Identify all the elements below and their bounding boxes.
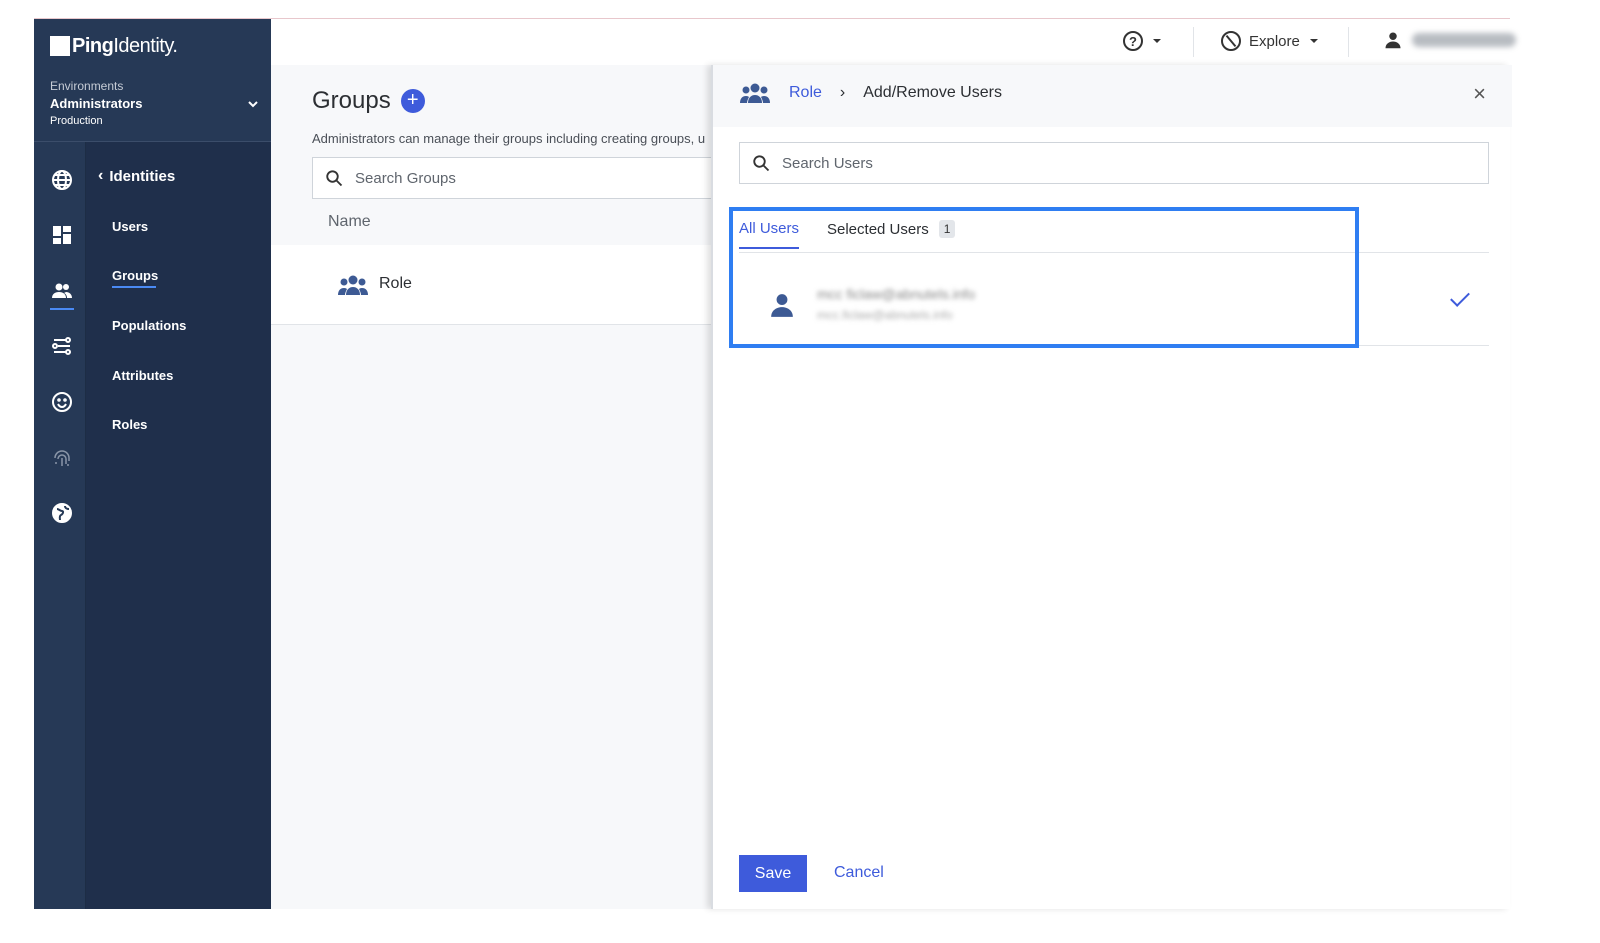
subnav-item-groups[interactable]: Groups — [112, 268, 158, 288]
save-button[interactable]: Save — [739, 855, 807, 892]
column-header-name[interactable]: Name — [328, 213, 371, 231]
cancel-button[interactable]: Cancel — [834, 864, 884, 882]
add-group-button[interactable]: + — [400, 89, 425, 113]
subnav-item-roles[interactable]: Roles — [112, 417, 147, 432]
ping-identity-logo[interactable]: PingIdentity. — [50, 34, 178, 57]
header-divider — [1193, 27, 1194, 57]
close-icon[interactable]: × — [1473, 83, 1486, 105]
smiley-icon[interactable] — [48, 388, 76, 416]
sidebar: PingIdentity. Environments Administrator… — [34, 19, 271, 909]
dashboard-icon[interactable] — [48, 221, 76, 249]
chevron-left-icon: ‹ — [98, 167, 104, 184]
logo-text-bold: Ping — [72, 34, 114, 57]
highlight-box — [729, 207, 1359, 348]
explore-label: Explore — [1249, 32, 1300, 50]
user-menu[interactable] — [1384, 31, 1516, 49]
globe-icon[interactable] — [48, 166, 76, 194]
search-icon — [326, 170, 343, 187]
search-icon — [753, 155, 770, 172]
panel-header: Role › Add/Remove Users × — [713, 65, 1512, 127]
help-menu[interactable]: ? — [1123, 31, 1161, 51]
search-groups-placeholder: Search Groups — [355, 170, 456, 187]
caret-down-icon — [1309, 39, 1318, 43]
groups-page: Groups + Administrators can manage their… — [271, 65, 732, 909]
search-groups-input[interactable]: Search Groups — [312, 157, 732, 199]
breadcrumb-current: Add/Remove Users — [863, 84, 1002, 101]
search-users-placeholder: Search Users — [782, 155, 873, 172]
world-icon[interactable] — [48, 499, 76, 527]
identities-subnav: ‹ Identities Users Groups Populations At… — [86, 142, 271, 909]
environment-selector[interactable]: Environments Administrators Production — [50, 79, 260, 127]
back-to-identities[interactable]: ‹ Identities — [98, 167, 175, 185]
subnav-title: Identities — [109, 167, 176, 185]
app-window: PingIdentity. Environments Administrator… — [34, 18, 1516, 910]
fingerprint-icon[interactable] — [48, 444, 76, 472]
help-icon: ? — [1123, 31, 1143, 51]
search-users-input[interactable]: Search Users — [739, 142, 1489, 184]
group-icon — [740, 83, 770, 103]
icon-rail — [34, 142, 86, 909]
subnav-item-populations[interactable]: Populations — [112, 318, 186, 333]
user-icon — [1385, 32, 1401, 49]
header-divider — [1348, 27, 1349, 57]
top-header: ? Explore — [271, 19, 1516, 65]
environment-label: Environments — [50, 79, 124, 93]
table-row[interactable]: Role — [271, 245, 711, 325]
page-title: Groups — [312, 87, 391, 114]
chevron-down-icon[interactable] — [246, 97, 260, 111]
explore-menu[interactable]: Explore — [1221, 31, 1318, 51]
subnav-item-attributes[interactable]: Attributes — [112, 368, 173, 383]
group-icon — [338, 275, 368, 295]
breadcrumb: Role › Add/Remove Users — [739, 83, 1002, 103]
caret-down-icon — [1153, 39, 1161, 43]
user-name-redacted — [1412, 33, 1516, 47]
users-icon[interactable] — [48, 277, 76, 305]
environment-name: Administrators — [50, 96, 143, 111]
check-icon[interactable] — [1450, 287, 1470, 307]
logo-mark — [50, 36, 70, 56]
group-name: Role — [379, 275, 412, 292]
active-indicator — [50, 308, 74, 310]
chevron-right-icon: › — [839, 84, 846, 101]
environment-type: Production — [50, 115, 103, 127]
add-remove-users-panel: Role › Add/Remove Users × Search Users A… — [711, 65, 1512, 909]
breadcrumb-role-link[interactable]: Role — [789, 84, 822, 102]
connections-icon[interactable] — [48, 332, 76, 360]
page-description: Administrators can manage their groups i… — [312, 131, 706, 146]
logo-text-rest: Identity. — [113, 34, 178, 57]
compass-icon — [1221, 31, 1241, 51]
subnav-item-users[interactable]: Users — [112, 219, 148, 234]
